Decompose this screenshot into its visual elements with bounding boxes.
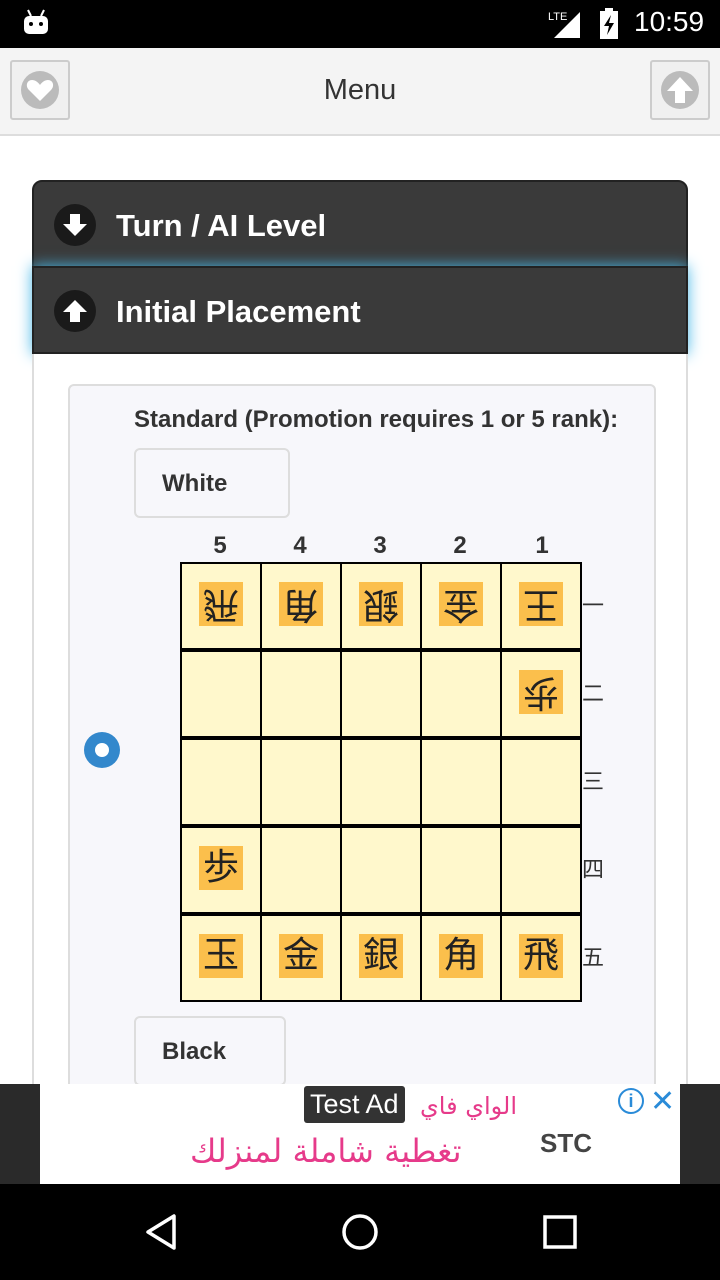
ad-content[interactable]: الواي فاي Test Ad تغطية شاملة لمنزلك STC… xyxy=(40,1084,680,1184)
board-cell[interactable]: 王 xyxy=(502,564,580,648)
test-ad-badge: Test Ad xyxy=(304,1086,405,1123)
page-title: Menu xyxy=(323,74,397,106)
board-cell[interactable] xyxy=(262,652,340,736)
shogi-piece: 玉 xyxy=(199,934,243,978)
lte-signal-icon: LTE xyxy=(548,11,580,38)
board-cell[interactable] xyxy=(422,740,500,824)
close-icon[interactable]: ✕ xyxy=(650,1084,675,1119)
board-cell[interactable] xyxy=(342,652,420,736)
board-cell[interactable] xyxy=(262,828,340,912)
column-label: 3 xyxy=(373,532,387,559)
black-label: Black xyxy=(162,1038,227,1065)
black-side-button[interactable]: Black xyxy=(134,1016,286,1086)
section-initial-placement[interactable]: Initial Placement xyxy=(32,266,688,354)
column-label: 4 xyxy=(293,532,307,559)
board-cell[interactable]: 角 xyxy=(422,916,500,1000)
status-bar: LTE 10:59 xyxy=(0,0,720,48)
board-cell[interactable]: 金 xyxy=(262,916,340,1000)
shogi-piece: 金 xyxy=(439,582,483,626)
row-label: 三 xyxy=(582,769,605,794)
battery-charging-icon xyxy=(600,8,618,39)
shogi-piece: 金 xyxy=(279,934,323,978)
row-label: 二 xyxy=(582,681,605,706)
board-cell[interactable] xyxy=(342,828,420,912)
shogi-piece: 飛 xyxy=(199,582,243,626)
shogi-piece: 王 xyxy=(519,582,563,626)
placement-option-standard: Standard (Promotion requires 1 or 5 rank… xyxy=(68,384,656,1104)
option-heading: Standard (Promotion requires 1 or 5 rank… xyxy=(134,406,619,433)
board-cell[interactable] xyxy=(502,740,580,824)
shogi-piece: 角 xyxy=(279,582,323,626)
scroll-top-button[interactable] xyxy=(650,60,710,120)
shogi-piece: 歩 xyxy=(199,846,243,890)
ad-brand: STC xyxy=(540,1128,592,1158)
navigation-bar xyxy=(0,1184,720,1280)
home-icon[interactable] xyxy=(340,1212,380,1252)
board-cell[interactable]: 角 xyxy=(262,564,340,648)
shogi-piece: 歩 xyxy=(519,670,563,714)
ad-line-1: الواي فاي xyxy=(420,1092,518,1120)
recents-icon[interactable] xyxy=(540,1212,580,1252)
shogi-piece: 銀 xyxy=(359,934,403,978)
top-toolbar: Menu xyxy=(0,48,720,136)
row-label: 四 xyxy=(582,857,605,882)
shogi-piece: 飛 xyxy=(519,934,563,978)
column-label: 5 xyxy=(213,532,227,559)
ad-banner: الواي فاي Test Ad تغطية شاملة لمنزلك STC… xyxy=(0,1084,720,1184)
info-icon[interactable]: i xyxy=(618,1088,644,1114)
board-cell[interactable]: 金 xyxy=(422,564,500,648)
arrow-up-icon xyxy=(54,290,96,332)
status-time: 10:59 xyxy=(634,6,705,37)
placement-radio[interactable] xyxy=(84,732,120,768)
back-icon[interactable] xyxy=(142,1212,182,1252)
board-cell[interactable] xyxy=(182,740,260,824)
section-label: Initial Placement xyxy=(116,294,361,329)
arrow-down-icon xyxy=(54,204,96,246)
board-cell[interactable]: 飛 xyxy=(182,564,260,648)
ad-line-2: تغطية شاملة لمنزلك xyxy=(190,1132,462,1170)
row-label: 五 xyxy=(582,945,605,970)
board-cell[interactable]: 銀 xyxy=(342,564,420,648)
column-label: 1 xyxy=(535,532,549,559)
section-label: Turn / AI Level xyxy=(116,208,327,243)
board-cell[interactable] xyxy=(262,740,340,824)
board-cell[interactable] xyxy=(502,828,580,912)
board-cell[interactable] xyxy=(422,652,500,736)
shogi-board: 飛角銀金王歩歩玉金銀角飛 xyxy=(180,562,582,1002)
android-icon xyxy=(24,9,48,34)
white-label: White xyxy=(162,470,228,497)
board-cell[interactable] xyxy=(182,652,260,736)
board-cell[interactable] xyxy=(342,740,420,824)
board-cell[interactable]: 銀 xyxy=(342,916,420,1000)
svg-text:LTE: LTE xyxy=(548,11,567,23)
initial-placement-content: Standard (Promotion requires 1 or 5 rank… xyxy=(32,354,688,1104)
board-cell[interactable]: 歩 xyxy=(182,828,260,912)
board-cell[interactable]: 玉 xyxy=(182,916,260,1000)
section-turn-ai-level[interactable]: Turn / AI Level xyxy=(32,180,688,268)
shogi-piece: 角 xyxy=(439,934,483,978)
row-label: 一 xyxy=(582,593,605,618)
white-side-button[interactable]: White xyxy=(134,448,290,518)
shogi-piece: 銀 xyxy=(359,582,403,626)
board-cell[interactable]: 歩 xyxy=(502,652,580,736)
board-cell[interactable]: 飛 xyxy=(502,916,580,1000)
board-cell[interactable] xyxy=(422,828,500,912)
arrow-up-icon xyxy=(661,71,699,109)
column-label: 2 xyxy=(453,532,467,559)
